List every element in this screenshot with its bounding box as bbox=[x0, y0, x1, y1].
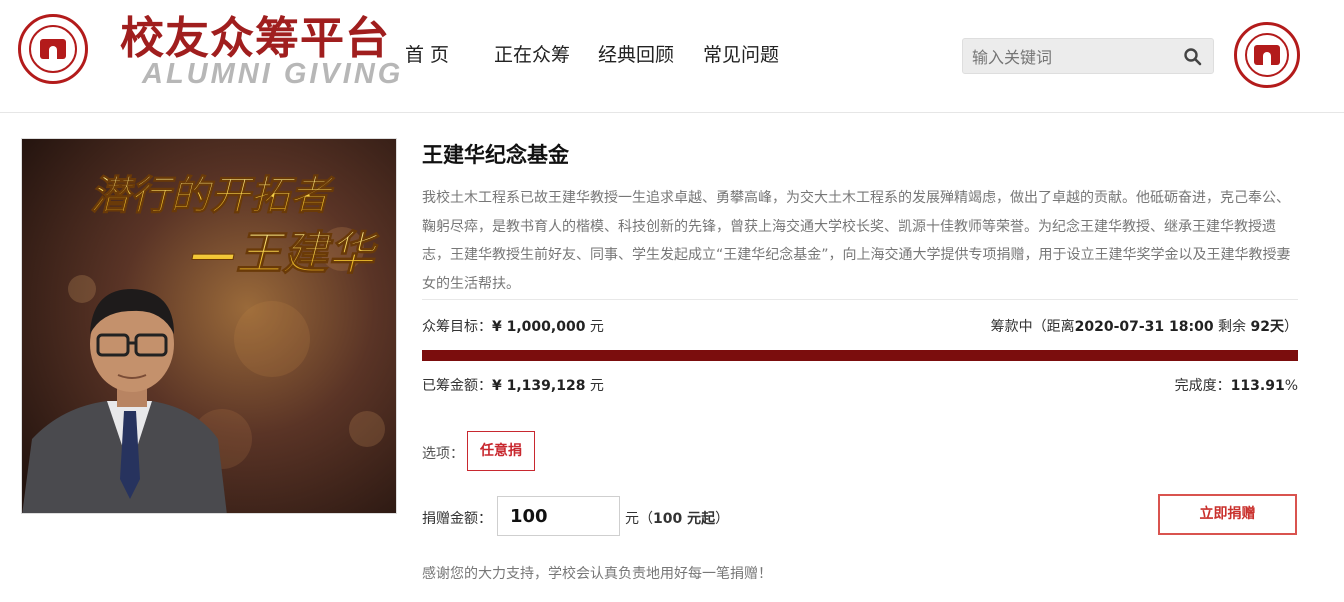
project-title: 王建华纪念基金 bbox=[422, 143, 569, 167]
progress-fill bbox=[422, 350, 1298, 361]
raised-value: ¥ 1,139,128 bbox=[492, 378, 586, 394]
completion: 完成度：113.91% bbox=[1174, 378, 1298, 394]
search-icon[interactable] bbox=[1183, 47, 1203, 67]
days-remaining: 92天 bbox=[1250, 319, 1284, 335]
site-header: 校友众筹平台 ALUMNI GIVING 首 页 正在众筹 经典回顾 常见问题 bbox=[0, 0, 1344, 113]
options-label: 选项： bbox=[422, 446, 464, 462]
deadline: 2020-07-31 18:00 bbox=[1074, 319, 1214, 335]
amount-unit: 元（100 元起） bbox=[625, 511, 730, 527]
project-description: 我校土木工程系已故王建华教授一生追求卓越、勇攀高峰，为交大土木工程系的发展殚精竭… bbox=[422, 190, 1291, 292]
project-cover-image: 潜行的开拓者 —王建华 bbox=[21, 138, 397, 514]
option-any-amount[interactable]: 任意捐 bbox=[467, 431, 535, 471]
brand-subtitle: ALUMNI GIVING bbox=[142, 58, 404, 90]
university-seal-icon bbox=[1234, 22, 1300, 88]
goal-row: 众筹目标：¥ 1,000,000 元 筹款中（距离2020-07-31 18:0… bbox=[422, 317, 1298, 337]
amount-label: 捐赠金额： bbox=[422, 511, 492, 527]
thanks-note: 感谢您的大力支持，学校会认真负责地用好每一笔捐赠！ bbox=[422, 566, 772, 582]
amount-input[interactable] bbox=[497, 496, 620, 536]
cover-text-line2: —王建华 bbox=[190, 226, 380, 280]
goal-label: 众筹目标： bbox=[422, 319, 492, 335]
nav-home[interactable]: 首 页 bbox=[405, 42, 449, 68]
goal-unit: 元 bbox=[585, 319, 604, 335]
raised-unit: 元 bbox=[585, 378, 604, 394]
nav-review[interactable]: 经典回顾 bbox=[598, 42, 674, 68]
cover-text-line1: 潜行的开拓者 bbox=[90, 172, 335, 219]
raised-row: 已筹金额：¥ 1,139,128 元 完成度：113.91% bbox=[422, 376, 1298, 396]
progress-bar bbox=[422, 350, 1298, 361]
university-seal-icon[interactable] bbox=[18, 14, 88, 84]
amount-min: 100 元起 bbox=[653, 511, 716, 527]
search-box bbox=[962, 38, 1214, 74]
raised-label: 已筹金额： bbox=[422, 378, 492, 394]
donate-button[interactable]: 立即捐赠 bbox=[1158, 494, 1297, 535]
fundraising-status: 筹款中（距离2020-07-31 18:00 剩余 92天） bbox=[990, 319, 1298, 335]
completion-value: 113.91 bbox=[1230, 378, 1285, 394]
goal-value: ¥ 1,000,000 bbox=[492, 319, 586, 335]
nav-faq[interactable]: 常见问题 bbox=[703, 42, 779, 68]
divider bbox=[422, 299, 1298, 300]
nav-ongoing[interactable]: 正在众筹 bbox=[494, 42, 570, 68]
search-input[interactable] bbox=[970, 44, 1174, 70]
brand-title[interactable]: 校友众筹平台 bbox=[120, 14, 390, 64]
